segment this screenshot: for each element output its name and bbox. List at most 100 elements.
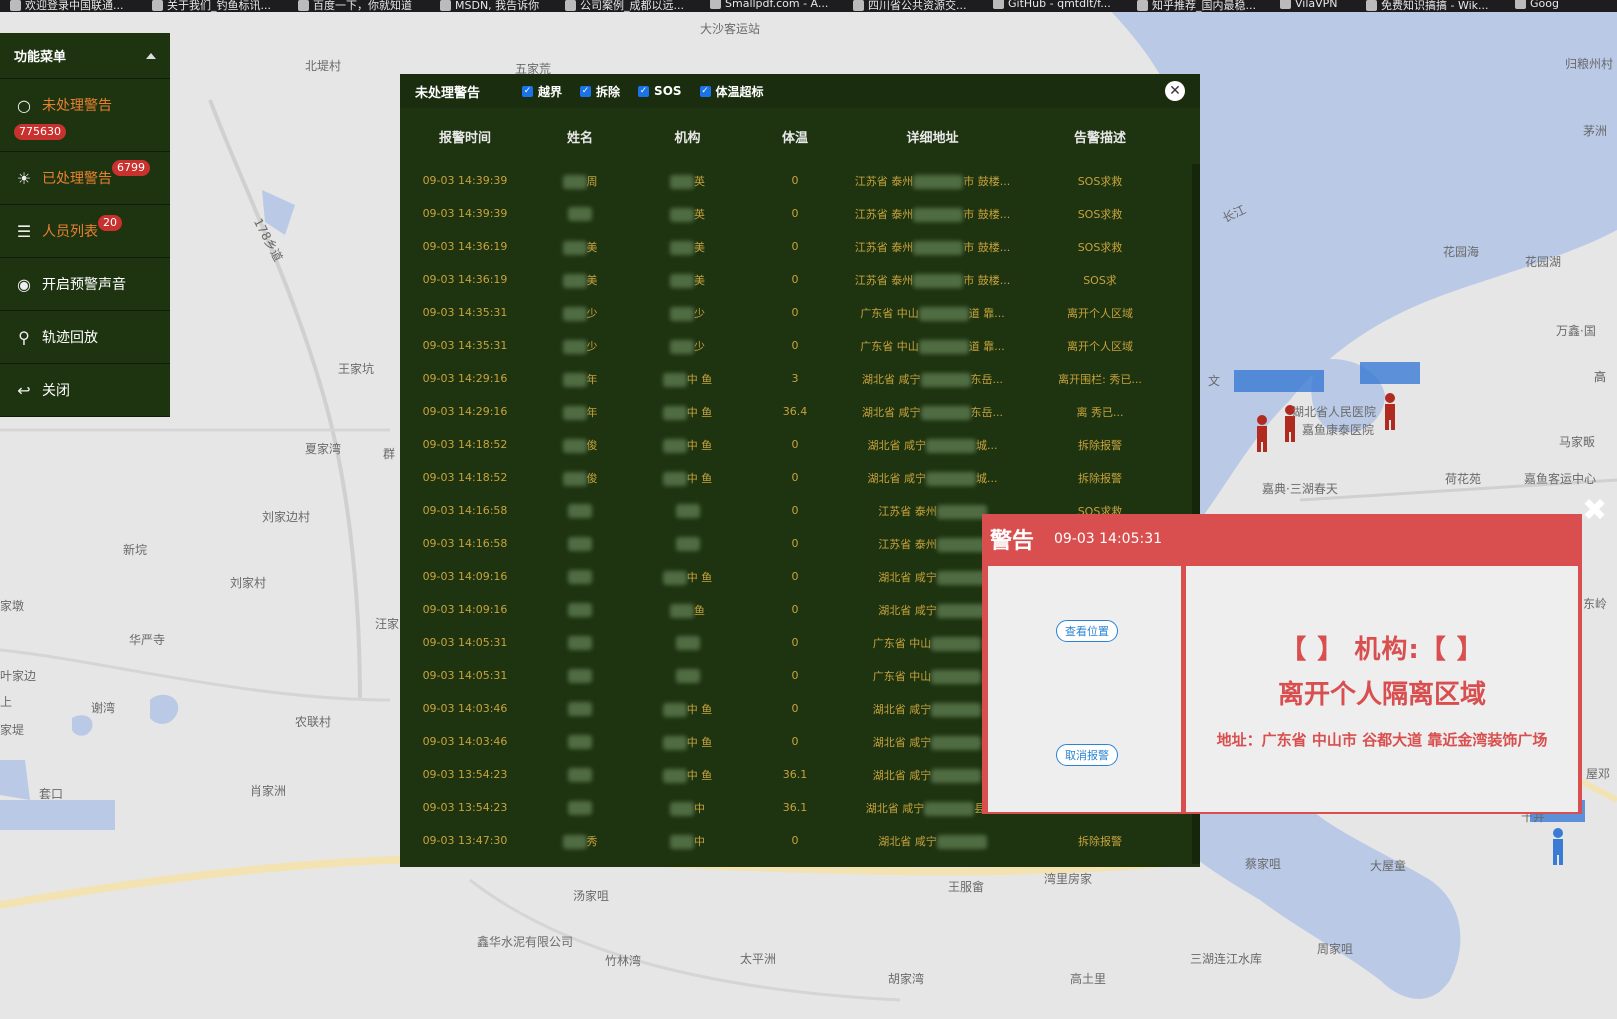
table-cell: 0 (791, 240, 799, 253)
table-row[interactable]: 09-03 14:18:52 俊中 鱼 0 湖北省 咸宁 城... 拆除报警 (400, 428, 1180, 461)
bookmark-item[interactable]: 免费知识搞搞 - Wik... (1366, 0, 1489, 12)
menu-item-close[interactable]: ↩ 关闭 (0, 364, 170, 417)
table-header-row: 报警时间 姓名 机构 体温 详细地址 告警描述 (400, 108, 1180, 164)
redacted-block (662, 570, 687, 585)
table-cell (530, 626, 630, 659)
filter-removal[interactable]: ✓ 拆除 (580, 83, 620, 100)
map-place-label: 汤家咀 (573, 889, 610, 903)
close-alarm-icon[interactable]: ✖ (1582, 493, 1607, 528)
bookmark-favicon-icon (1366, 0, 1377, 11)
map-place-label: 花园湖 (1525, 255, 1562, 269)
alarm-popup: 警告 09-03 14:05:31 查看位置 取消报警 【 】 机构:【 】 离… (982, 514, 1582, 814)
table-row[interactable]: 09-03 14:39:39 周英 0 江苏省 泰州市 鼓楼... SOS求救 (400, 164, 1180, 197)
table-cell: 0 (791, 735, 799, 748)
map-place-label: 夏家湾 (305, 442, 342, 456)
menu-item-unhandled-alerts[interactable]: ○ 未处理警告 775630 (0, 79, 170, 152)
map-place-label: 归粮州村 (1565, 57, 1614, 71)
redacted-block (670, 834, 694, 849)
redacted-block (568, 503, 592, 518)
bookmark-favicon-icon (1280, 0, 1291, 9)
bookmark-item[interactable]: VilaVPN (1280, 0, 1338, 10)
table-cell: 广东省 中山道 靠... (860, 339, 1005, 354)
view-location-button[interactable]: 查看位置 (1056, 620, 1118, 642)
bookmark-item[interactable]: 四川省公共资源交... (853, 0, 967, 12)
redacted-block (562, 240, 587, 255)
close-icon[interactable]: ✕ (1165, 81, 1185, 101)
table-cell: 美 (530, 230, 630, 263)
map-place-label: 鑫华水泥有限公司 (477, 935, 574, 949)
table-cell: 英 (630, 197, 745, 230)
table-cell: 0 (791, 570, 799, 583)
table-cell (530, 791, 630, 824)
bookmark-favicon-icon (10, 0, 21, 11)
checkbox-checked-icon[interactable]: ✓ (699, 85, 711, 97)
bookmark-item[interactable]: 公司案例_成都以远... (565, 0, 684, 12)
bookmark-item[interactable]: MSDN, 我告诉你 (440, 0, 539, 12)
redacted-block (936, 570, 987, 585)
table-row[interactable]: 09-03 14:36:19 美美 0 江苏省 泰州市 鼓楼... SOS求救 (400, 230, 1180, 263)
bookmark-item[interactable]: 关于我们_钓鱼标讯... (152, 0, 271, 12)
bookmark-item[interactable]: 知乎推荐_国内最稳... (1137, 0, 1256, 12)
table-row[interactable]: 09-03 13:47:30 秀中 0 湖北省 咸宁 拆除报警 (400, 824, 1180, 857)
bookmark-item[interactable]: 欢迎登录中国联通... (10, 0, 124, 12)
table-cell: 09-03 13:47:30 (422, 834, 508, 847)
filter-out-of-bounds[interactable]: ✓ 越界 (522, 83, 562, 100)
menu-item-alert-sound[interactable]: ◉ 开启预警声音 (0, 258, 170, 311)
checkbox-checked-icon[interactable]: ✓ (580, 85, 592, 97)
list-icon: ☰ (16, 221, 32, 241)
table-row[interactable]: 09-03 14:29:16 年中 鱼 36.4 湖北省 咸宁 东岳... 离 秀已... (400, 395, 1180, 428)
alarm-reason: 离开个人隔离区域 (1277, 679, 1486, 710)
table-row[interactable]: 09-03 14:35:31 少少 0 广东省 中山道 靠... 离开个人区域 (400, 329, 1180, 362)
siren-icon: ☀ (16, 168, 32, 188)
table-cell (530, 725, 630, 758)
table-cell: 09-03 14:05:31 (422, 636, 508, 649)
redacted-block (670, 207, 694, 222)
table-cell: 中 鱼 (630, 758, 745, 791)
redacted-block (675, 536, 700, 551)
table-cell: 09-03 14:09:16 (422, 570, 508, 583)
table-cell: 0 (791, 339, 799, 352)
filter-sos[interactable]: ✓ SOS (638, 84, 682, 98)
bookmark-item[interactable]: Goog (1515, 0, 1559, 10)
table-row[interactable]: 09-03 14:39:39 英 0 江苏省 泰州市 鼓楼... SOS求救 (400, 197, 1180, 230)
map-place-label: 万鑫·国 (1556, 324, 1596, 338)
bookmarks-bar: 欢迎登录中国联通... 关于我们_钓鱼标讯... 百度一下，你就知道 MSDN, 我告… (0, 0, 1617, 12)
table-cell: 0 (791, 504, 799, 517)
table-cell: 少 (530, 296, 630, 329)
bookmark-item[interactable]: GitHub - qmtdlt/f... (993, 0, 1111, 10)
panel-header: 未处理警告 ✓ 越界 ✓ 拆除 ✓ SOS ✓ 体温超标 ✕ (400, 74, 1200, 108)
caret-up-icon[interactable] (146, 52, 156, 59)
table-cell: 俊 (530, 461, 630, 494)
table-cell: 江苏省 泰州市 鼓楼... (854, 240, 1011, 255)
menu-header[interactable]: 功能菜单 (0, 33, 170, 79)
bookmark-item[interactable]: Smallpdf.com - A... (710, 0, 828, 10)
redacted-block (562, 174, 587, 189)
checkbox-checked-icon[interactable]: ✓ (638, 85, 650, 97)
table-cell: 09-03 14:16:58 (422, 537, 508, 550)
table-cell: 中 鱼 (630, 362, 745, 395)
alarm-header: 警告 09-03 14:05:31 (982, 514, 1582, 564)
menu-item-personnel-list[interactable]: ☰ 人员列表 20 (0, 205, 170, 258)
table-row[interactable]: 09-03 14:18:52 俊中 鱼 0 湖北省 咸宁 城... 拆除报警 (400, 461, 1180, 494)
menu-item-track-playback[interactable]: ⚲ 轨迹回放 (0, 311, 170, 364)
bookmark-item[interactable]: 百度一下，你就知道 (298, 0, 412, 12)
table-cell: 09-03 14:03:46 (422, 702, 508, 715)
table-cell: 中 鱼 (630, 461, 745, 494)
location-pin-icon: ⚲ (18, 327, 30, 347)
table-cell: 3 (791, 372, 799, 385)
redacted-block (924, 801, 975, 816)
redacted-block (926, 438, 976, 453)
filter-temperature[interactable]: ✓ 体温超标 (699, 83, 764, 100)
checkbox-checked-icon[interactable]: ✓ (522, 85, 534, 97)
table-row[interactable]: 09-03 14:36:19 美美 0 江苏省 泰州市 鼓楼... SOS求 (400, 263, 1180, 296)
table-cell: 09-03 14:35:31 (422, 339, 508, 352)
redacted-block (568, 635, 592, 650)
cancel-alarm-button[interactable]: 取消报警 (1056, 744, 1118, 766)
table-cell: 拆除报警 (1078, 834, 1122, 848)
table-row[interactable]: 09-03 14:35:31 少少 0 广东省 中山道 靠... 离开个人区域 (400, 296, 1180, 329)
menu-item-handled-alerts[interactable]: ☀ 已处理警告 6799 (0, 152, 170, 205)
table-cell: 09-03 14:29:16 (422, 405, 508, 418)
redacted-block (931, 702, 982, 717)
table-row[interactable]: 09-03 14:29:16 年中 鱼 3 湖北省 咸宁 东岳... 离开围栏: 秀已..… (400, 362, 1180, 395)
table-cell: 0 (791, 438, 799, 451)
